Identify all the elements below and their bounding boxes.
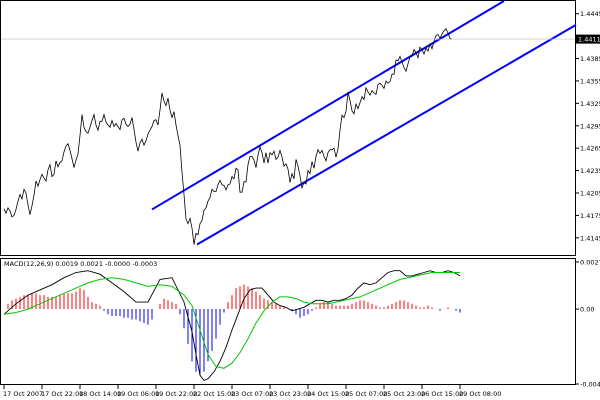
time-tick-label: 19 Oct 06:00 — [117, 390, 159, 398]
macd-tick-label: -0.0043 — [580, 381, 600, 389]
time-tick-label: 25 Oct 07:00 — [345, 390, 387, 398]
price-tick-label: 1.4205 — [580, 189, 600, 197]
price-tick-label: 1.4235 — [580, 167, 600, 175]
time-tick-label: 25 Oct 23:00 — [383, 390, 425, 398]
price-tick-label: 1.4325 — [580, 100, 600, 108]
time-tick-label: 23 Oct 07:00 — [231, 390, 273, 398]
price-tick-label: 1.4295 — [580, 122, 600, 130]
macd-indicator-label: MACD(12,26,9) 0.0019 0.0021 -0.0000 -0.0… — [4, 260, 157, 268]
chart-background — [0, 0, 600, 400]
price-tick-label: 1.4145 — [580, 234, 600, 242]
price-tick-label: 1.4445 — [580, 10, 600, 18]
price-tick-label: 1.4175 — [580, 212, 600, 220]
time-tick-label: 17 Oct 2007 — [3, 390, 43, 398]
macd-tick-label: 0.0027 — [580, 259, 600, 267]
macd-tick-label: 0.00 — [580, 306, 594, 314]
current-price-label: 1.4411 — [578, 36, 600, 44]
forex-chart: 1.4445 1.4385 1.4355 1.4325 1.4295 1.4265 1.42… — [0, 0, 600, 400]
time-tick-label: 23 Oct 23:00 — [269, 390, 311, 398]
time-tick-label: 18 Oct 14:00 — [79, 390, 121, 398]
time-tick-label: 17 Oct 22:00 — [41, 390, 83, 398]
price-tick-label: 1.4265 — [580, 145, 600, 153]
time-tick-label: 22 Oct 15:00 — [193, 390, 235, 398]
time-tick-label: 29 Oct 08:00 — [459, 390, 501, 398]
time-tick-label: 26 Oct 15:00 — [421, 390, 463, 398]
time-tick-label: 24 Oct 15:00 — [307, 390, 349, 398]
price-tick-label: 1.4385 — [580, 55, 600, 63]
price-tick-label: 1.4355 — [580, 77, 600, 85]
time-tick-label: 19 Oct 22:00 — [155, 390, 197, 398]
